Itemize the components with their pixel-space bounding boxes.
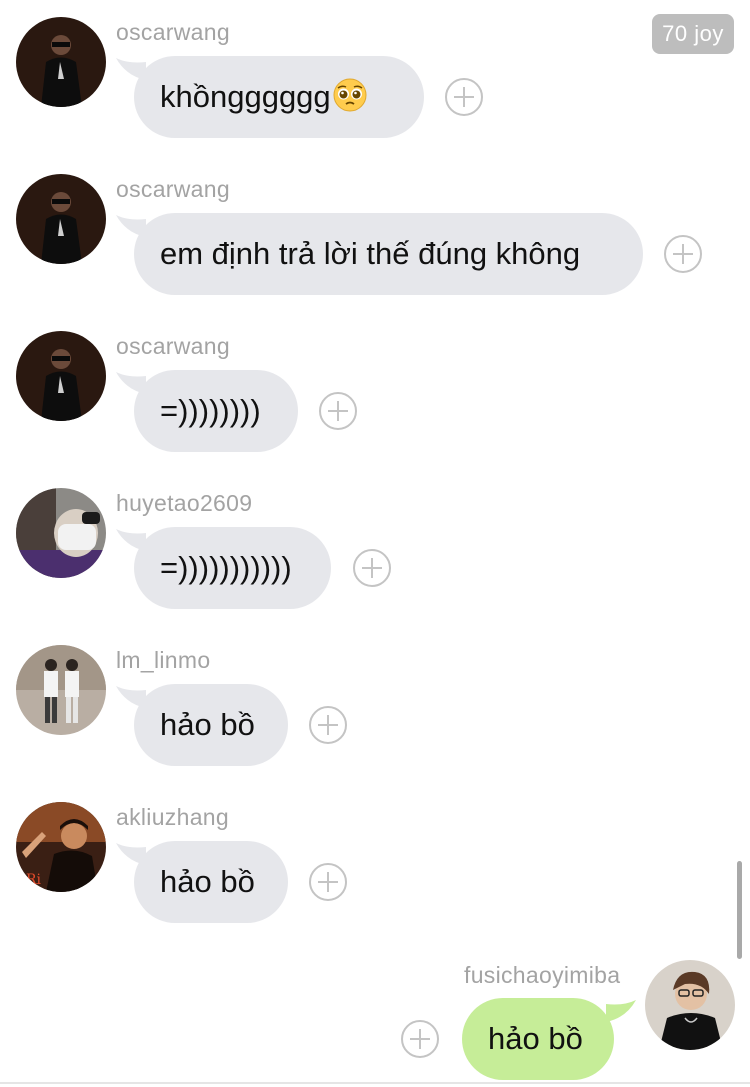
message-bubble[interactable]: hảo bồ	[134, 684, 288, 766]
message-text: em định trả lời thế đúng không	[160, 236, 581, 271]
avatar-lm_linmo[interactable]	[16, 645, 106, 735]
add-reaction-button[interactable]	[445, 78, 483, 116]
message-username: huyetao2609	[116, 490, 253, 516]
message-text: =))))))))	[160, 393, 261, 428]
message-text: hảo bồ	[160, 864, 255, 899]
message-bubble[interactable]: =)))))))))))	[134, 527, 331, 609]
avatar-fusichaoyimiba[interactable]	[645, 960, 735, 1050]
message-username: oscarwang	[116, 333, 230, 359]
avatar-huyetao2609[interactable]	[16, 488, 106, 578]
message-text: =)))))))))))	[160, 550, 292, 585]
avatar-oscarwang[interactable]	[16, 174, 106, 264]
message-username: akliuzhang	[116, 804, 229, 830]
add-reaction-button[interactable]	[401, 1020, 439, 1058]
message-text: hảo bồ	[160, 707, 255, 742]
chat-screen: 70 joy oscarwang khồngggggg oscarwang em…	[0, 0, 750, 1087]
message-username: fusichaoyimiba	[464, 962, 621, 988]
add-reaction-button[interactable]	[664, 235, 702, 273]
message-bubble[interactable]: =))))))))	[134, 370, 298, 452]
add-reaction-button[interactable]	[309, 863, 347, 901]
message-bubble[interactable]: em định trả lời thế đúng không	[134, 213, 643, 295]
message-bubble[interactable]: khồngggggg	[134, 56, 424, 138]
add-reaction-button[interactable]	[309, 706, 347, 744]
message-text: khồngggggg	[160, 79, 331, 114]
avatar-oscarwang[interactable]	[16, 17, 106, 107]
bottom-divider	[0, 1082, 750, 1084]
avatar-oscarwang[interactable]	[16, 331, 106, 421]
message-text: hảo bồ	[488, 1021, 583, 1056]
message-bubble[interactable]: hảo bồ	[462, 998, 614, 1080]
svg-text:Ri: Ri	[26, 872, 42, 888]
avatar-akliuzhang[interactable]: Ri	[16, 802, 106, 892]
message-username: oscarwang	[116, 19, 230, 45]
message-bubble[interactable]: hảo bồ	[134, 841, 288, 923]
message-username: oscarwang	[116, 176, 230, 202]
pleading-face-emoji	[332, 62, 368, 112]
add-reaction-button[interactable]	[353, 549, 391, 587]
message-username: lm_linmo	[116, 647, 211, 673]
add-reaction-button[interactable]	[319, 392, 357, 430]
scrollbar[interactable]	[737, 861, 742, 959]
joy-count-badge: 70 joy	[652, 14, 734, 54]
